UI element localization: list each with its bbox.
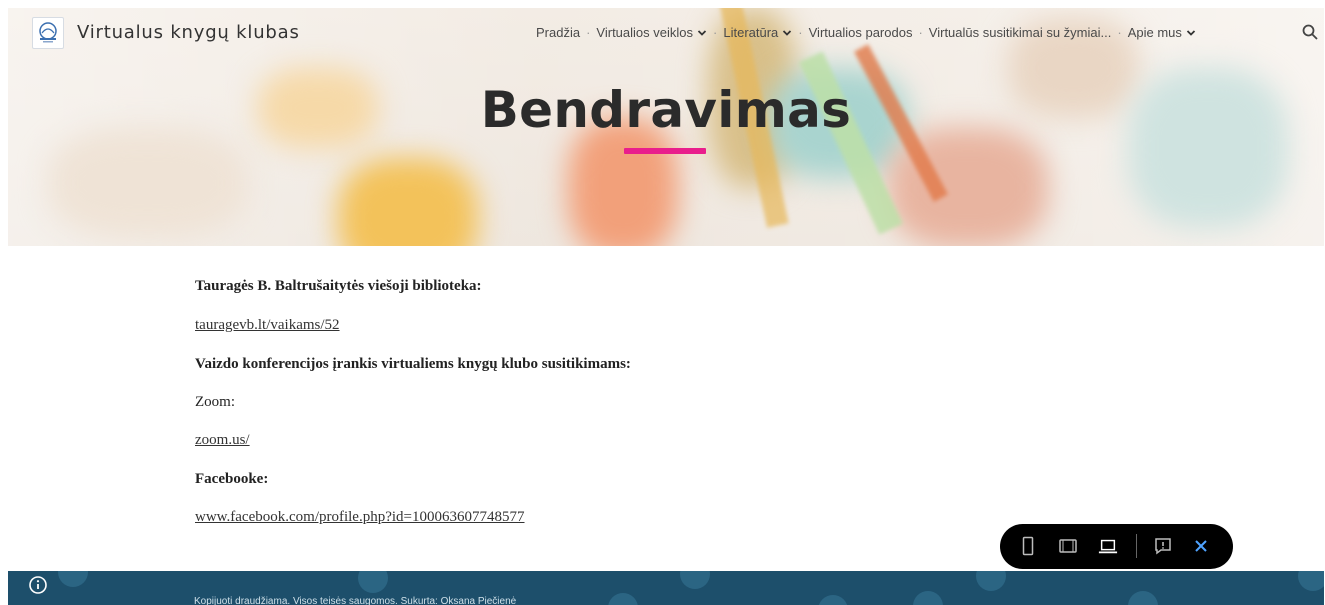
- nav-separator: ·: [918, 25, 923, 40]
- phone-view-icon[interactable]: [1018, 536, 1038, 556]
- chevron-down-icon: [783, 29, 792, 36]
- nav-item-apie-mus[interactable]: Apie mus: [1128, 25, 1196, 40]
- title-underline: [624, 148, 706, 154]
- zoom-label: Zoom:: [195, 394, 235, 410]
- video-tool-heading: Vaizdo konferencijos įrankis virtualiems…: [195, 356, 631, 372]
- feedback-icon[interactable]: [1153, 536, 1173, 556]
- facebook-link[interactable]: www.facebook.com/profile.php?id=10006360…: [195, 509, 525, 525]
- nav-item-literatura[interactable]: Literatūra: [723, 25, 792, 40]
- library-logo-icon: [39, 22, 57, 43]
- chevron-down-icon: [697, 29, 707, 36]
- facebook-heading: Facebooke:: [195, 471, 269, 487]
- nav-label: Virtualios veiklos: [596, 25, 694, 40]
- footer: Kopijuoti draudžiama. Visos teisės saugo…: [8, 571, 1324, 605]
- nav-item-virtualios-veiklos[interactable]: Virtualios veiklos: [596, 25, 707, 40]
- library-heading: Tauragės B. Baltrušaitytės viešoji bibli…: [195, 278, 482, 294]
- info-icon[interactable]: [28, 575, 48, 595]
- page-title: Bendravimas: [480, 81, 852, 139]
- nav-label: Pradžia: [536, 25, 581, 40]
- hero-banner: Virtualus knygų klubas Pradžia · Virtual…: [8, 8, 1324, 246]
- zoom-link[interactable]: zoom.us/: [195, 432, 250, 448]
- nav-separator: ·: [1117, 25, 1122, 40]
- nav-label: Virtualios parodos: [808, 25, 913, 40]
- nav-separator: ·: [798, 25, 803, 40]
- site-logo[interactable]: [32, 17, 64, 49]
- close-icon[interactable]: [1191, 536, 1211, 556]
- nav-separator: ·: [713, 25, 718, 40]
- nav-item-virtualus-susitikimai[interactable]: Virtualūs susitikimai su žymiai...: [929, 25, 1112, 40]
- laptop-view-icon[interactable]: [1098, 536, 1118, 556]
- nav-item-pradzia[interactable]: Pradžia: [536, 25, 580, 40]
- nav-label: Apie mus: [1127, 25, 1182, 40]
- library-link[interactable]: tauragevb.lt/vaikams/52: [195, 317, 340, 333]
- tablet-view-icon[interactable]: [1058, 536, 1078, 556]
- footer-copyright: Kopijuoti draudžiama. Visos teisės saugo…: [194, 596, 517, 605]
- nav-label: Literatūra: [723, 25, 779, 40]
- search-icon[interactable]: [1301, 23, 1319, 41]
- site-title[interactable]: Virtualus knygų klubas: [77, 22, 300, 43]
- chevron-down-icon: [1186, 29, 1196, 36]
- nav-item-virtualios-parodos[interactable]: Virtualios parodos: [809, 25, 913, 40]
- preview-toolbar: [1000, 524, 1233, 569]
- nav-label: Virtualūs susitikimai su žymiai...: [928, 25, 1112, 40]
- main-nav: Pradžia · Virtualios veiklos · Literatūr…: [536, 25, 1196, 40]
- top-bar: Virtualus knygų klubas Pradžia · Virtual…: [8, 8, 1324, 58]
- toolbar-divider: [1136, 534, 1137, 558]
- nav-separator: ·: [586, 25, 591, 40]
